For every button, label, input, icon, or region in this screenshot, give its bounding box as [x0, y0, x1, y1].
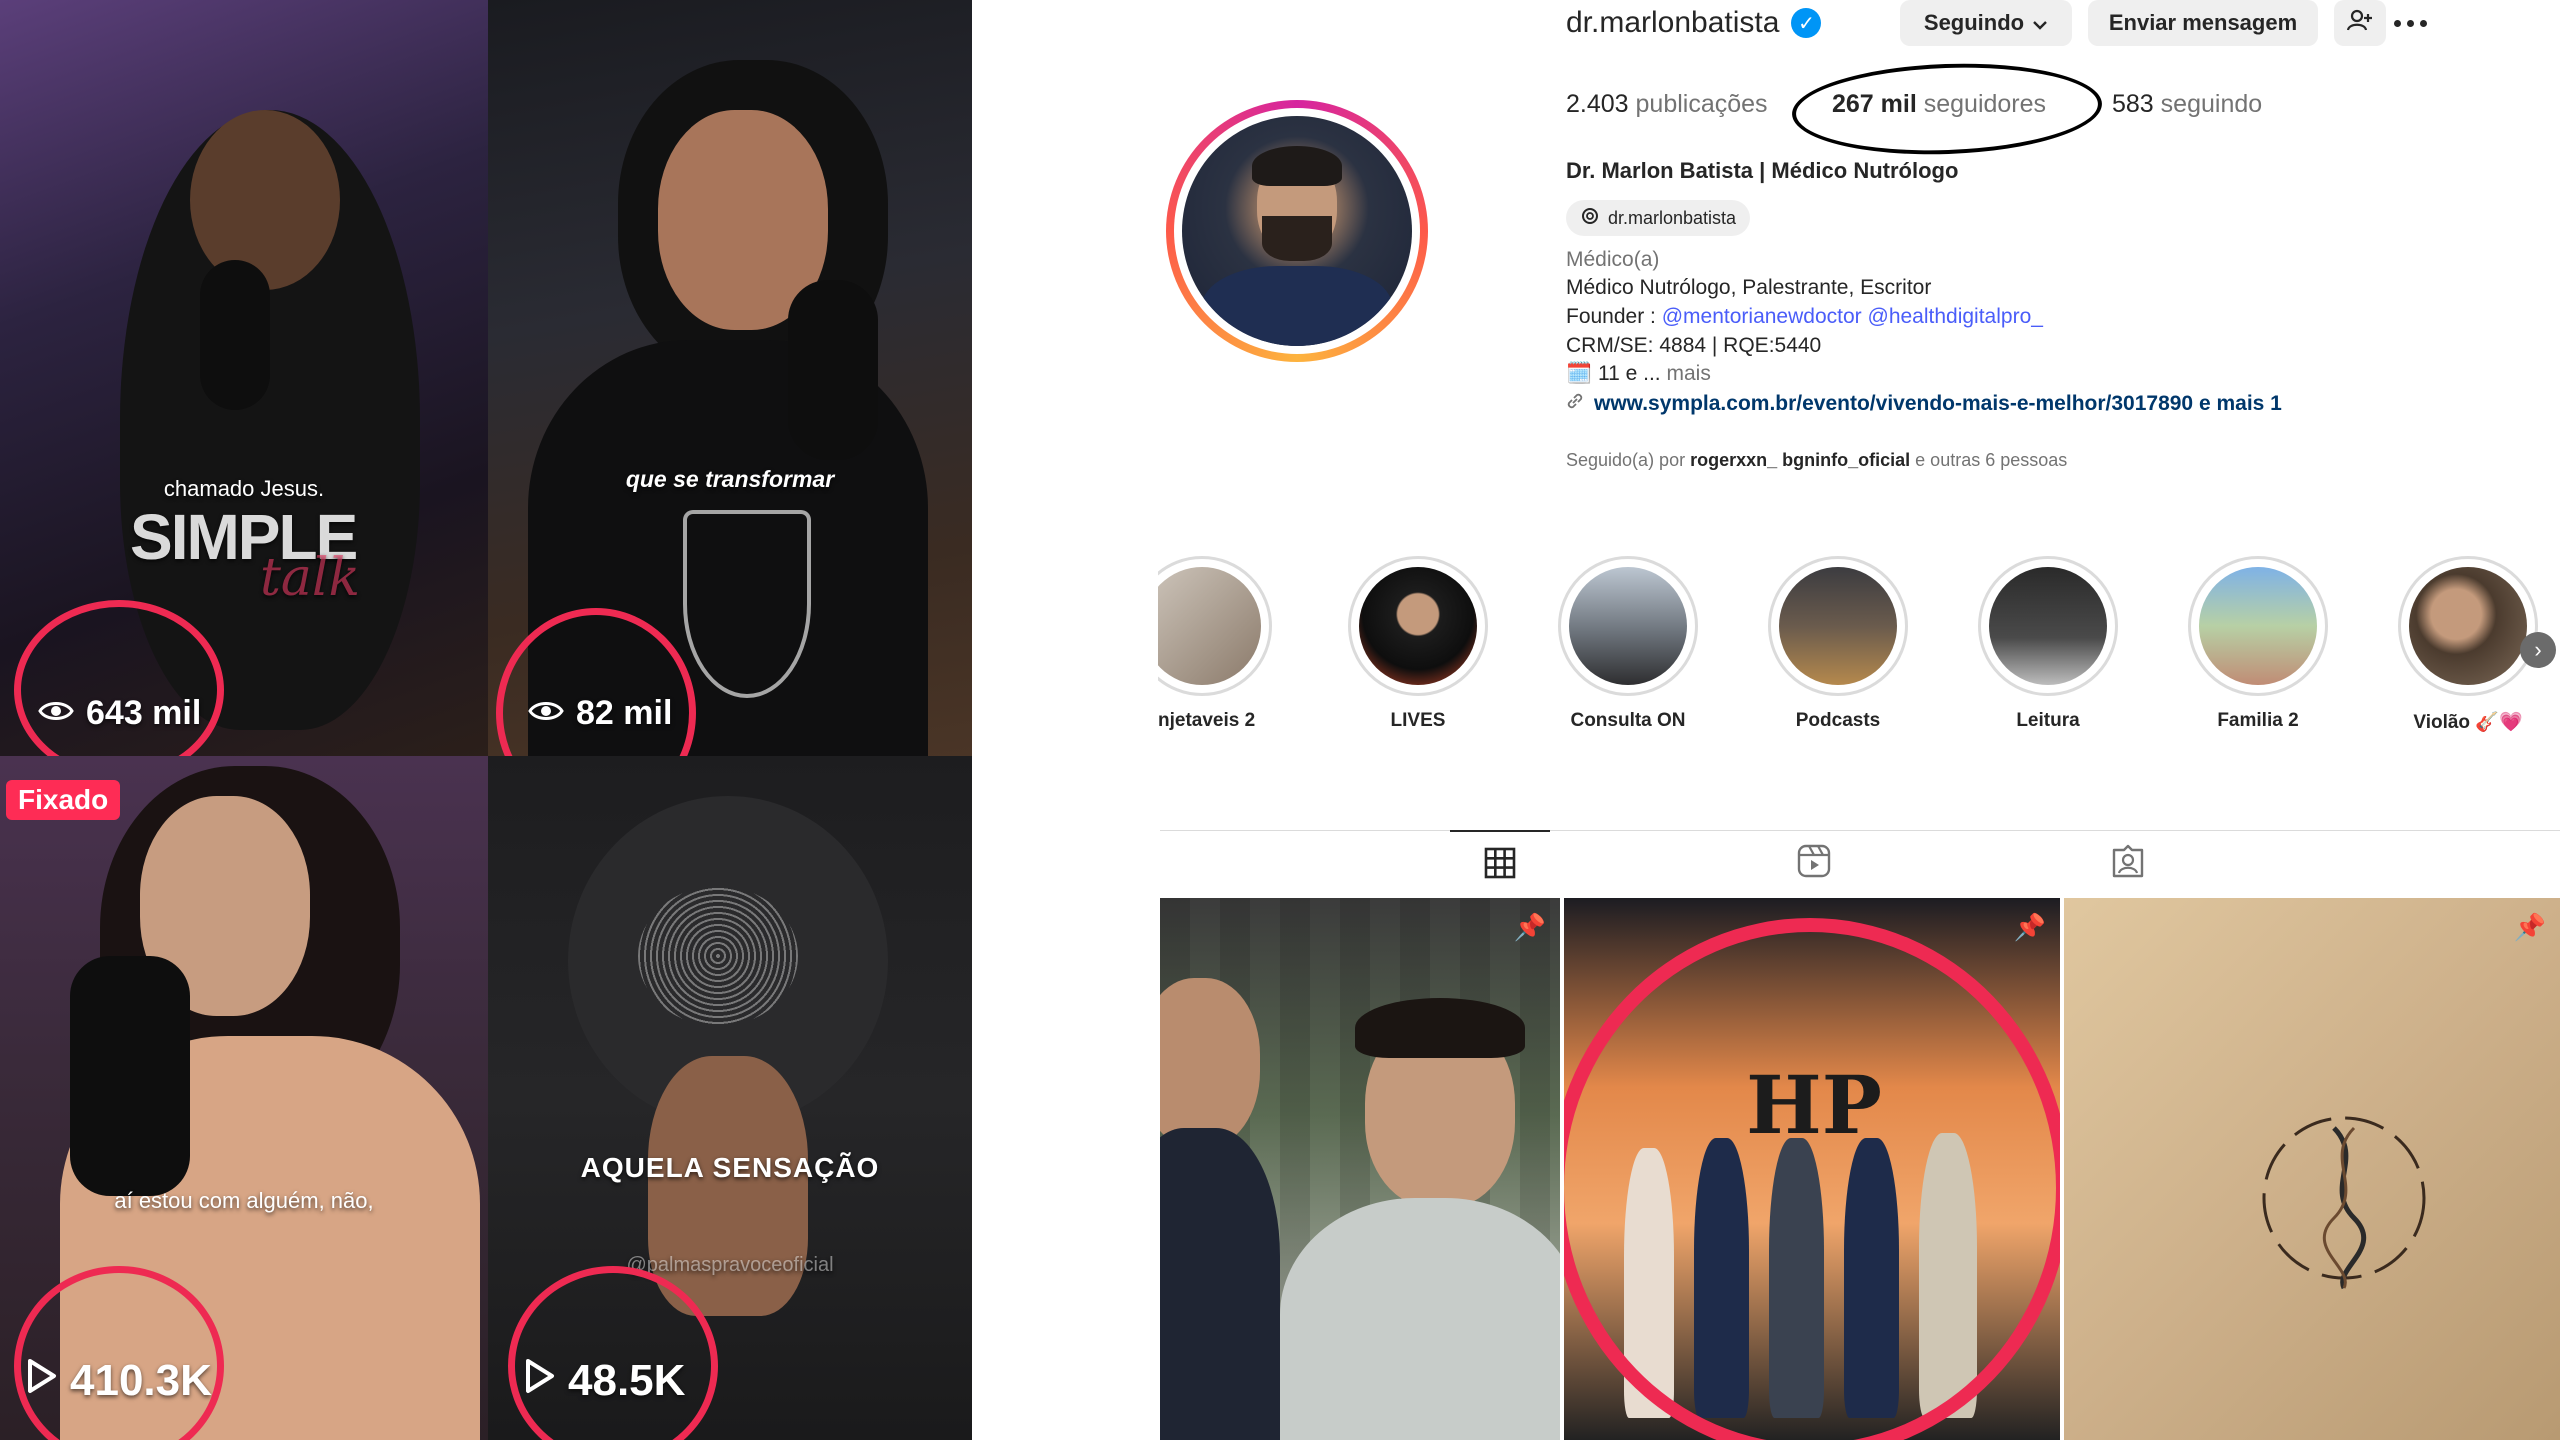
instagram-profile: dr.marlonbatista ✓ Seguindo Enviar mensa… [1158, 0, 2560, 1440]
send-message-label: Enviar mensagem [2108, 10, 2298, 35]
username-text: dr.marlonbatista [1566, 6, 1780, 39]
pin-icon: 📌 [1513, 912, 1546, 942]
channel-handle: @palmaspravoceoficial [626, 1254, 834, 1276]
external-link-text[interactable]: www.sympla.com.br/evento/vivendo-mais-e-… [1594, 392, 2282, 416]
highlight-item[interactable]: LIVES [1348, 556, 1488, 732]
highlight-label: Leitura [2016, 710, 2080, 731]
podcast-logo-sub: talk [260, 548, 361, 608]
video-tile-2[interactable]: que se transformar 82 mil [488, 0, 972, 756]
person-body [1280, 1198, 1560, 1440]
profile-full-name: Dr. Marlon Batista | Médico Nutrólogo [1566, 158, 1959, 183]
tab-reels[interactable] [1764, 830, 1864, 896]
illustration-face [648, 1056, 808, 1316]
suggest-user-button[interactable] [2334, 0, 2386, 46]
profile-category: Médico(a) [1566, 248, 1660, 271]
highlight-label: Consulta ON [1570, 710, 1686, 731]
profile-username: dr.marlonbatista ✓ [1566, 6, 1822, 40]
highlight-label: Violão 🎸💗 [2413, 712, 2523, 733]
link-icon [1566, 392, 1584, 416]
highlight-item[interactable]: njetaveis 2 [1158, 556, 1278, 732]
highlight-item[interactable]: Familia 2 [2188, 556, 2328, 732]
tagged-icon [2111, 844, 2145, 883]
following-count: 583 [2112, 90, 2154, 118]
video-tile-1[interactable]: chamado Jesus. SIMPLE talk 643 mil [0, 0, 488, 756]
video-caption: chamado Jesus. [163, 476, 325, 501]
bio-founder-line: Founder : @mentorianewdoctor @healthdigi… [1566, 305, 2043, 329]
highlight-label: Podcasts [1795, 710, 1881, 731]
avatar-photo [1182, 116, 1412, 346]
chevron-right-icon[interactable]: › [2520, 632, 2556, 668]
scribble-art [638, 886, 798, 1026]
microphone [788, 280, 878, 460]
video-collage: chamado Jesus. SIMPLE talk 643 mil que s… [0, 0, 972, 1440]
followed-by[interactable]: Seguido(a) por rogerxxn_ bgninfo_oficial… [1566, 450, 2067, 471]
posts-label: publicações [1635, 90, 1768, 118]
mention-link[interactable]: @healthdigitalpro_ [1868, 305, 2043, 328]
video-caption: que se transformar [625, 466, 835, 492]
profile-tabs [1160, 830, 2560, 897]
verified-icon: ✓ [1791, 8, 1822, 38]
pinned-badge: Fixado [6, 780, 121, 820]
following-button[interactable]: Seguindo [1900, 0, 2072, 46]
person-body [1160, 1128, 1280, 1440]
send-message-button[interactable]: Enviar mensagem [2088, 0, 2318, 46]
highlight-label: Familia 2 [2217, 710, 2299, 731]
highlight-item[interactable]: Violão 🎸💗 [2398, 556, 2538, 734]
wall-logo [2244, 1088, 2444, 1308]
highlight-item[interactable]: Consulta ON [1558, 556, 1698, 732]
founder-label: Founder : [1566, 305, 1656, 328]
highlight-item[interactable]: Podcasts [1768, 556, 1908, 732]
following-button-label: Seguindo [1923, 10, 2025, 35]
threads-icon [1580, 206, 1600, 231]
highlight-label: LIVES [1390, 710, 1446, 731]
bio-line-1: Médico Nutrólogo, Palestrante, Escritor [1566, 276, 1932, 299]
bio-link[interactable]: www.sympla.com.br/evento/vivendo-mais-e-… [1566, 392, 2282, 416]
post-thumbnail[interactable]: 📌 [2064, 898, 2560, 1440]
microphone [70, 956, 190, 1196]
video-tile-4[interactable]: AQUELA SENSAÇÃO @palmaspravoceoficial 48… [488, 756, 972, 1440]
video-caption: AQUELA SENSAÇÃO [580, 1152, 880, 1183]
stat-following[interactable]: 583 seguindo [2112, 90, 2262, 119]
followed-user: bgninfo_oficial [1782, 450, 1911, 470]
bio-truncated-text: 🗓️ 11 e ... [1566, 362, 1661, 385]
followed-user: rogerxxn_ [1690, 450, 1778, 470]
followed-prefix: Seguido(a) por [1566, 450, 1686, 470]
profile-avatar[interactable] [1166, 100, 1428, 362]
tab-posts[interactable] [1450, 830, 1550, 898]
grid-icon [1484, 847, 1516, 884]
highlight-label: njetaveis 2 [1158, 710, 1256, 731]
bio-line-3: CRM/SE: 4884 | RQE:5440 [1566, 334, 1822, 357]
highlight-ring [1564, 918, 2060, 1440]
microphone [200, 260, 270, 410]
posts-count: 2.403 [1566, 90, 1629, 118]
followed-suffix: e outras 6 pessoas [1915, 450, 2068, 470]
tab-tagged[interactable] [2078, 830, 2178, 896]
threads-handle: dr.marlonbatista [1608, 207, 1737, 228]
wine-glass [683, 510, 811, 698]
pin-icon: 📌 [2513, 912, 2546, 942]
bio-line-4: 🗓️ 11 e ... mais [1566, 362, 1711, 386]
highlight-item[interactable]: Leitura [1978, 556, 2118, 732]
post-thumbnail[interactable]: HP 📌 [1564, 898, 2060, 1440]
reels-icon [1797, 844, 1831, 883]
threads-badge[interactable]: dr.marlonbatista [1566, 200, 1751, 236]
person-face [1160, 978, 1260, 1148]
video-caption: aí estou com alguém, não, [114, 1188, 374, 1213]
followers-highlight-oval [1790, 58, 2104, 160]
pin-icon: 📌 [2013, 912, 2046, 942]
add-person-icon [2346, 9, 2373, 37]
mention-link[interactable]: @mentorianewdoctor [1662, 305, 1862, 328]
bio-more-link[interactable]: mais [1666, 362, 1710, 385]
person-head [190, 110, 340, 290]
more-options-icon[interactable] [2382, 8, 2438, 38]
following-label: seguindo [2160, 90, 2263, 118]
post-thumbnail[interactable]: 📌 [1160, 898, 1560, 1440]
video-tile-3[interactable]: aí estou com alguém, não, 410.3K [0, 756, 488, 1440]
chevron-down-icon [2032, 10, 2048, 36]
stat-posts: 2.403 publicações [1566, 90, 1768, 119]
